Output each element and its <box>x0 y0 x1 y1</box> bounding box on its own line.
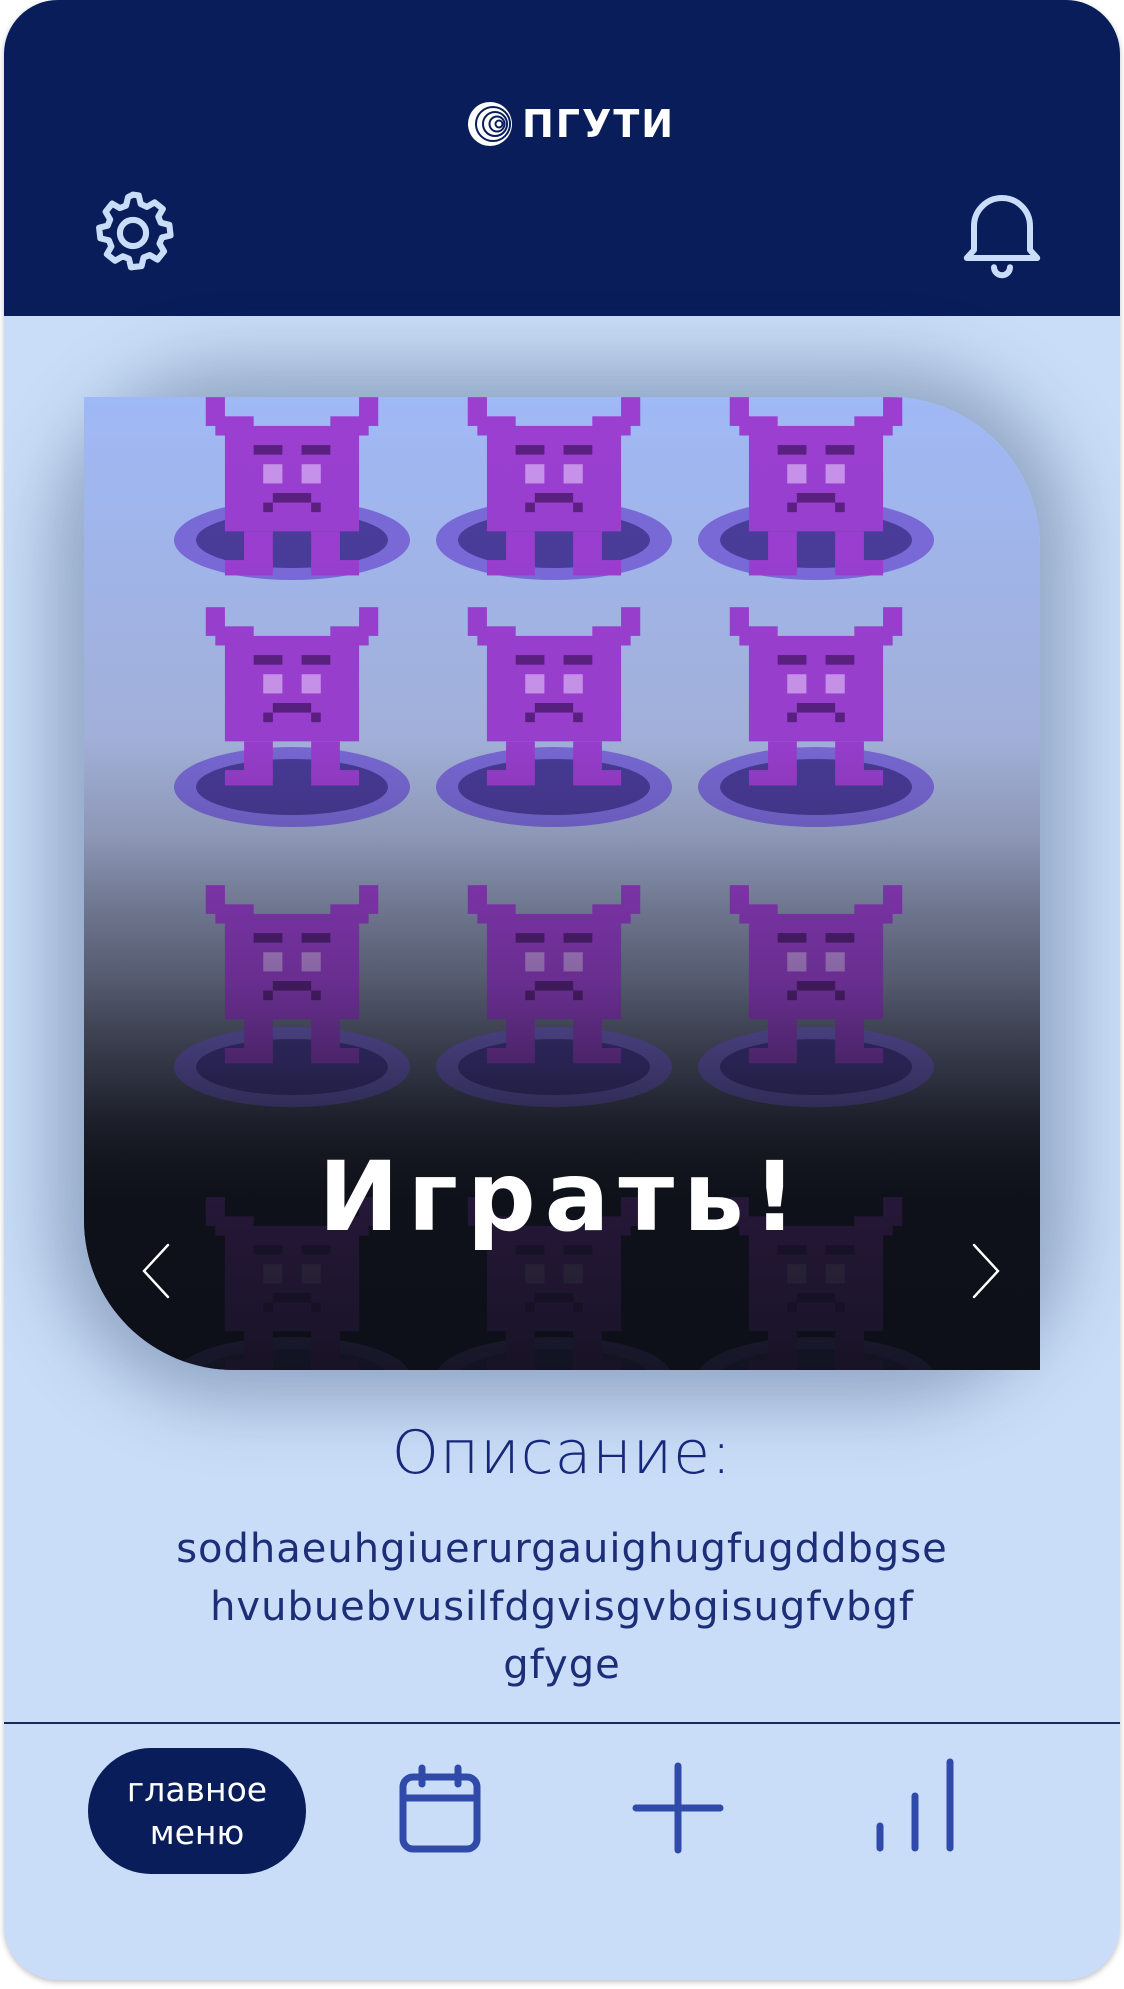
university-logo: ПГУТИ <box>466 98 675 150</box>
bar-chart-icon[interactable] <box>870 1756 960 1854</box>
play-button-label[interactable]: Играть! <box>84 1142 1040 1252</box>
main-menu-label-line2: меню <box>149 1813 245 1852</box>
app-screen: ПГУТИ Играть! Описание: sodhaeuhgiuerurg… <box>4 0 1120 1980</box>
top-header: ПГУТИ <box>4 0 1120 316</box>
description-title: Описание: <box>391 1418 733 1488</box>
description-line: sodhaeuhgiuerurgauighugfugddbgse <box>176 1526 948 1572</box>
game-card-image[interactable]: Играть! <box>84 397 1040 1370</box>
description-line: hvubuebvusilfdgvisgvbgisugfvbgf <box>210 1584 914 1630</box>
description-text: sodhaeuhgiuerurgauighugfugddbgse hvubueb… <box>84 1520 1040 1694</box>
logo-emblem-icon <box>468 102 512 146</box>
gear-icon[interactable] <box>84 184 182 282</box>
description-line: gfyge <box>503 1642 621 1688</box>
bottom-nav-divider <box>4 1722 1120 1724</box>
plus-icon[interactable] <box>632 1762 724 1854</box>
logo-text: ПГУТИ <box>522 102 676 146</box>
main-menu-label-line1: главное <box>126 1770 268 1809</box>
bell-icon[interactable] <box>954 182 1050 282</box>
calendar-icon[interactable] <box>398 1764 482 1854</box>
game-card[interactable]: Играть! <box>84 397 1040 1370</box>
main-menu-button[interactable]: главное меню <box>88 1748 306 1874</box>
